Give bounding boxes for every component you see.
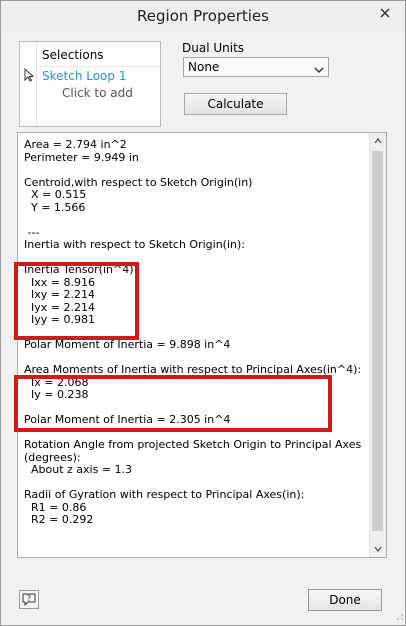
highlight-inertia-tensor <box>14 262 139 340</box>
results-scrollbar[interactable] <box>369 133 386 557</box>
dialog-title: Region Properties <box>137 7 269 25</box>
chevron-down-icon <box>314 63 324 77</box>
scroll-up-button[interactable] <box>370 133 386 149</box>
region-properties-dialog: Region Properties Selections Sketch Loop… <box>0 0 406 626</box>
close-icon <box>380 8 390 18</box>
result-line <box>24 214 364 227</box>
click-to-add[interactable]: Click to add <box>62 86 133 100</box>
selections-divider <box>36 42 37 126</box>
result-line: About z axis = 1.3 <box>24 463 133 476</box>
result-line: Radii of Gyration with respect to Princi… <box>24 488 305 501</box>
scrollbar-thumb[interactable] <box>372 151 383 531</box>
result-line: Rotation Angle from projected Sketch Ori… <box>24 438 362 451</box>
selections-panel: Selections Sketch Loop 1 Click to add <box>19 41 161 127</box>
selection-item-sketch-loop[interactable]: Sketch Loop 1 <box>42 69 126 83</box>
chevron-up-icon <box>374 138 382 144</box>
result-line: X = 0.515 <box>24 188 87 201</box>
result-line: Inertia with respect to Sketch Origin(in… <box>24 238 245 251</box>
selections-header-divider <box>36 66 160 67</box>
result-line: Area = 2.794 in^2 <box>24 138 127 151</box>
selections-header: Selections <box>42 48 104 62</box>
dual-units-label: Dual Units <box>182 41 245 55</box>
help-button[interactable]: ? <box>19 590 39 609</box>
dual-units-value: None <box>188 60 220 74</box>
result-line <box>24 164 364 177</box>
result-line: Y = 1.566 <box>24 200 86 214</box>
title-bar: Region Properties <box>1 1 405 33</box>
result-line: R2 = 0.292 <box>24 513 94 526</box>
results-panel[interactable]: Area = 2.794 in^2 Perimeter = 9.949 in Cen… <box>17 132 387 558</box>
select-cursor-icon <box>24 67 35 85</box>
resize-grip[interactable] <box>395 609 403 623</box>
done-button[interactable]: Done <box>308 589 382 611</box>
close-button[interactable] <box>371 3 399 23</box>
dual-units-select[interactable]: None <box>183 57 329 77</box>
highlight-principal-moments <box>14 375 332 432</box>
result-line: Polar Moment of Inertia = 9.898 in^4 <box>24 338 231 351</box>
svg-text:?: ? <box>27 594 31 603</box>
calculate-button[interactable]: Calculate <box>184 93 287 115</box>
result-line: Perimeter = 9.949 in <box>24 150 139 164</box>
chevron-down-icon <box>374 546 382 552</box>
help-icon: ? <box>22 593 36 606</box>
scroll-down-button[interactable] <box>370 541 386 557</box>
